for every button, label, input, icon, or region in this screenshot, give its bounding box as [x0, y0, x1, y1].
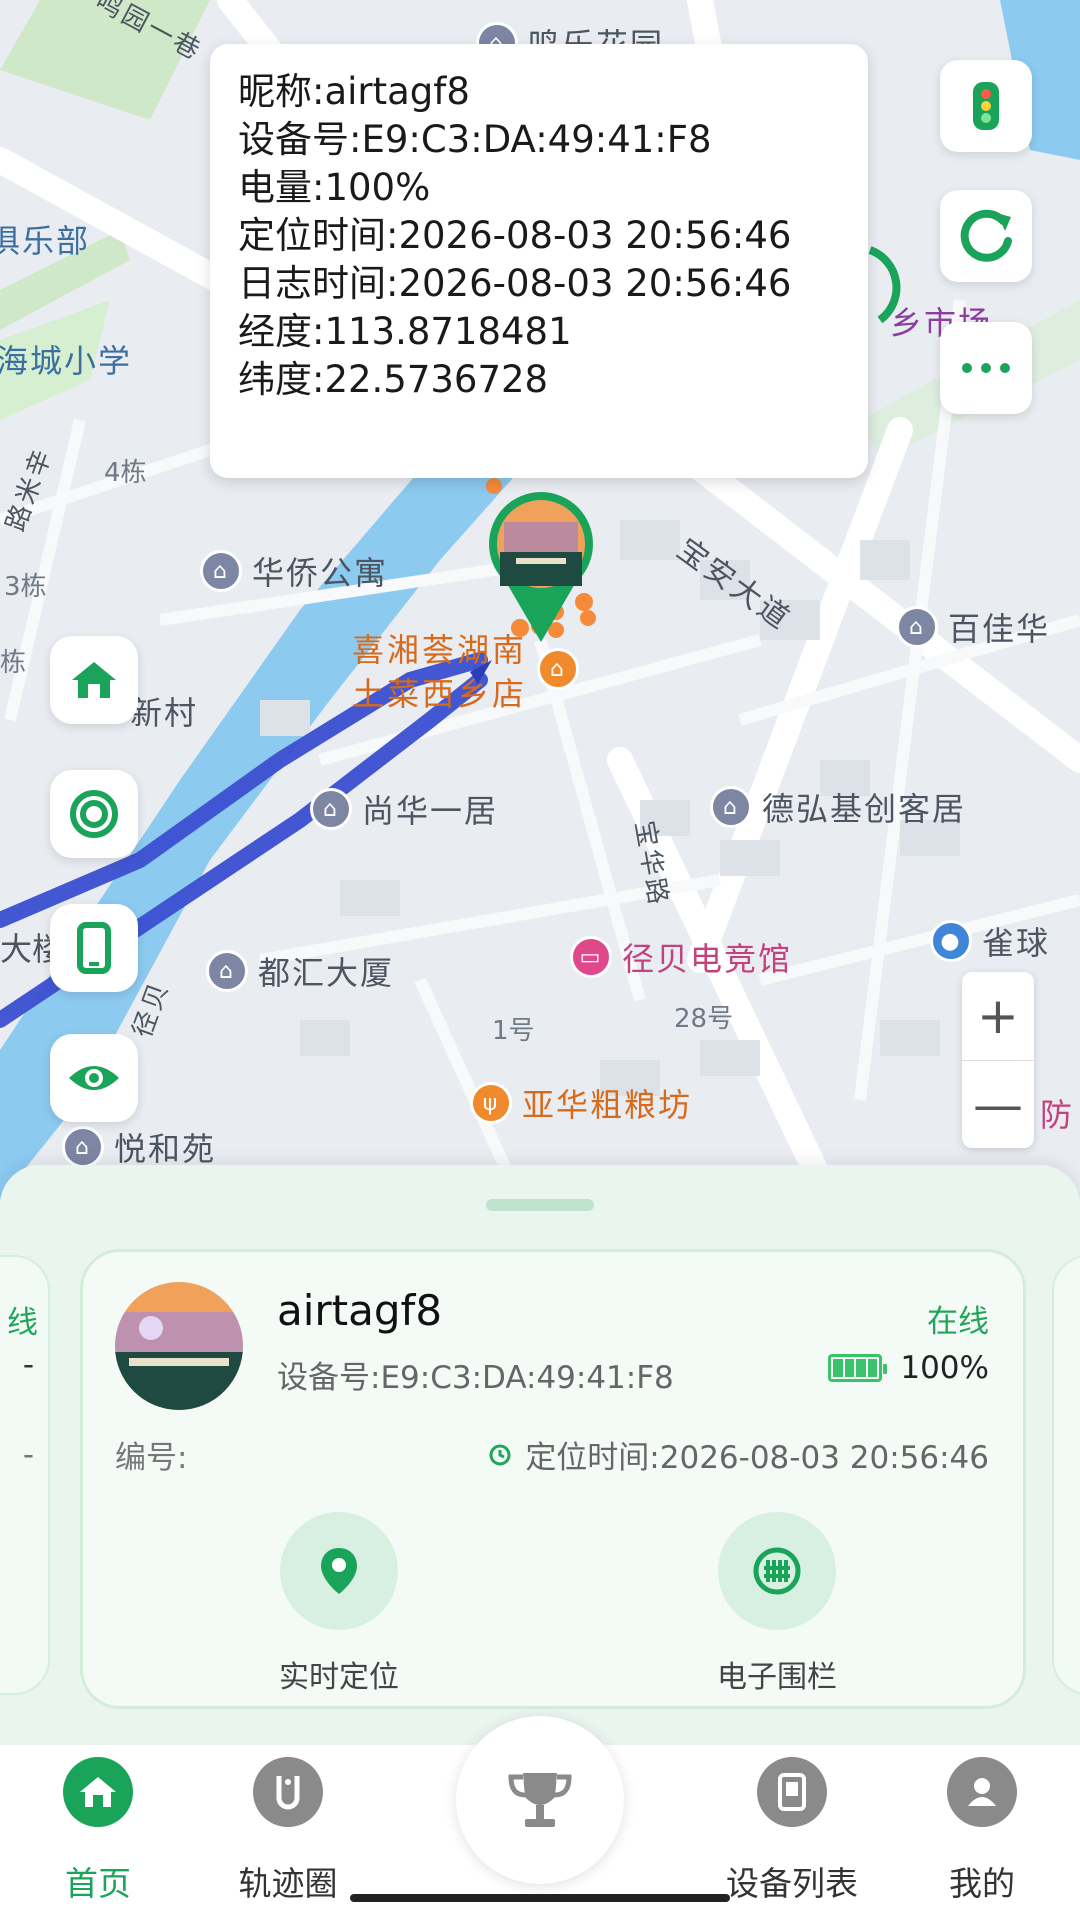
building-label: 栋: [0, 648, 27, 678]
clock-icon: [489, 1444, 511, 1465]
poi-dehong[interactable]: ⌂ 德弘基创客居: [710, 784, 966, 830]
more-button[interactable]: [940, 322, 1032, 414]
device-code-label: 编号:: [115, 1440, 188, 1476]
game-icon: ●: [930, 920, 972, 962]
building-icon: ⌂: [206, 950, 248, 992]
poi-yahua[interactable]: ψ 亚华粗粮坊: [470, 1080, 692, 1126]
device-card[interactable]: airtagf8 设备号:E9:C3:DA:49:41:F8 在线 100% 编…: [80, 1249, 1026, 1709]
zoom-in-button[interactable]: +: [962, 972, 1034, 1060]
tab-device-list[interactable]: 设备列表: [712, 1757, 872, 1905]
poi-label: 海城小学: [0, 342, 133, 380]
building-label: 1号: [492, 1016, 535, 1046]
poi-fang[interactable]: 防: [1040, 1090, 1074, 1136]
zoom-out-button[interactable]: —: [962, 1060, 1034, 1148]
poi-shanghua[interactable]: ⌂ 尚华一居: [310, 786, 498, 832]
popup-device-no: 设备号:E9:C3:DA:49:41:F8: [238, 118, 712, 161]
device-name: airtagf8: [277, 1286, 443, 1335]
poi-jingbei[interactable]: ▭ 径贝电竞馆: [570, 934, 792, 980]
popup-longitude: 经度:113.8718481: [238, 310, 572, 353]
tab-track[interactable]: 轨迹圈: [208, 1757, 368, 1905]
locate-time: 定位时间:2026-08-03 20:56:46: [489, 1432, 989, 1477]
battery-icon: [828, 1354, 888, 1382]
prev-device-card[interactable]: 线 - -: [0, 1255, 50, 1695]
home-location-button[interactable]: [50, 636, 138, 724]
phone-icon: [77, 922, 111, 974]
building-label: 28号: [674, 1004, 734, 1034]
target-button[interactable]: [50, 770, 138, 858]
building-icon: ⌂: [200, 550, 242, 592]
trophy-icon: [508, 1773, 572, 1827]
popup-battery: 电量:100%: [238, 166, 431, 209]
popup-log-time: 日志时间:2026-08-03 20:56:46: [238, 262, 792, 305]
device-number: 设备号:E9:C3:DA:49:41:F8: [277, 1360, 674, 1396]
avatar: [115, 1282, 243, 1410]
next-device-card[interactable]: [1052, 1255, 1080, 1695]
poi-duhui[interactable]: ⌂ 都汇大厦: [206, 948, 394, 994]
sheet-drag-handle[interactable]: [486, 1199, 594, 1211]
refresh-icon: [960, 209, 1012, 262]
target-icon: [70, 790, 118, 838]
building-icon: ⌂: [896, 606, 938, 648]
traffic-light-icon: [973, 82, 999, 130]
phone-location-button[interactable]: [50, 904, 138, 992]
tab-home[interactable]: 首页: [18, 1757, 178, 1905]
building-label: 4栋: [104, 458, 147, 488]
monitor-icon: ▭: [570, 936, 612, 978]
poi-huaqiao[interactable]: ⌂ 华侨公寓: [200, 548, 388, 594]
realtime-location-button[interactable]: 实时定位: [229, 1512, 449, 1696]
location-pin-icon: [321, 1548, 357, 1594]
battery-value: 100%: [900, 1350, 989, 1386]
building-label: 3栋: [4, 572, 47, 602]
home-icon: [80, 1777, 116, 1807]
device-info-popup: 昵称:airtagf8 设备号:E9:C3:DA:49:41:F8 电量:100…: [210, 44, 868, 478]
battery-indicator: 100%: [828, 1350, 989, 1386]
poi-label: 俱乐部: [0, 222, 91, 260]
fence-icon: [753, 1547, 801, 1595]
building-icon: ⌂: [62, 1126, 104, 1168]
zoom-control: + —: [962, 972, 1034, 1148]
home-indicator: [350, 1894, 730, 1902]
device-bottom-sheet[interactable]: 线 - - airtagf8 设备号:E9:C3:DA:49:41:F8 在线 …: [0, 1165, 1080, 1755]
status-badge: 在线: [927, 1304, 989, 1340]
refresh-button[interactable]: [940, 190, 1032, 282]
restaurant-icon: ⌂: [537, 648, 580, 690]
poi-xincun[interactable]: 新村: [130, 688, 198, 734]
profile-icon: [968, 1778, 996, 1806]
track-icon: [276, 1776, 300, 1810]
poi-yuehe[interactable]: ⌂ 悦和苑: [62, 1124, 216, 1170]
poi-baijia[interactable]: ⌂ 百佳华: [896, 604, 1050, 650]
eye-icon: [69, 1066, 119, 1090]
view-toggle-button[interactable]: [50, 1034, 138, 1122]
device-location-marker[interactable]: [486, 492, 596, 652]
restaurant-icon: ψ: [470, 1082, 512, 1124]
building-icon: ⌂: [710, 786, 752, 828]
popup-locate-time: 定位时间:2026-08-03 20:56:46: [238, 214, 792, 257]
map-view[interactable]: 鸣园一巷 宝安大道 宝华路 径贝 路米辛 4栋 3栋 栋 大楼 1号 28号 俱…: [0, 0, 1080, 1200]
tab-profile[interactable]: 我的: [902, 1757, 1062, 1905]
poi-queqiu[interactable]: ● 雀球: [930, 918, 1050, 964]
home-icon: [72, 662, 116, 698]
traffic-light-button[interactable]: [940, 60, 1032, 152]
building-icon: ⌂: [310, 788, 352, 830]
popup-nickname: 昵称:airtagf8: [238, 70, 470, 113]
geofence-button[interactable]: 电子围栏: [667, 1512, 887, 1696]
device-list-icon: [778, 1773, 806, 1811]
more-dots-icon: [962, 363, 1010, 373]
popup-latitude: 纬度:22.5736728: [238, 358, 549, 401]
tab-trophy[interactable]: [456, 1716, 624, 1884]
